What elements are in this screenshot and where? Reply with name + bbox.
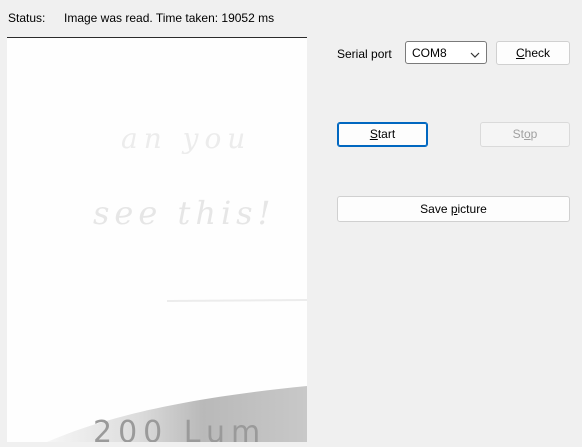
serial-port-select[interactable]: COM8 [405,41,487,64]
captured-image: an you see this! 200 Lum [7,38,307,442]
picture-box: an you see this! 200 Lum [7,37,307,442]
status-label: Status: [8,11,46,25]
printed-text-fragment: 200 Lum [93,415,266,442]
serial-port-label: Serial port [337,47,392,61]
save-picture-button[interactable]: Save picture [337,196,570,222]
chevron-down-icon[interactable] [470,48,480,62]
check-button-label: Check [515,46,551,60]
stop-button[interactable]: Stop [480,122,570,147]
start-button[interactable]: Start [337,122,428,147]
check-button[interactable]: Check [496,41,570,65]
faint-ruled-line [166,299,307,302]
handwriting-line-2: see this! [93,194,275,232]
start-button-label: Start [369,127,396,141]
save-picture-button-label: Save picture [420,202,487,216]
status-text: Image was read. Time taken: 19052 ms [64,11,275,25]
handwriting-line-1: an you [121,122,251,155]
serial-port-value: COM8 [412,46,447,60]
stop-button-label: Stop [512,127,538,141]
